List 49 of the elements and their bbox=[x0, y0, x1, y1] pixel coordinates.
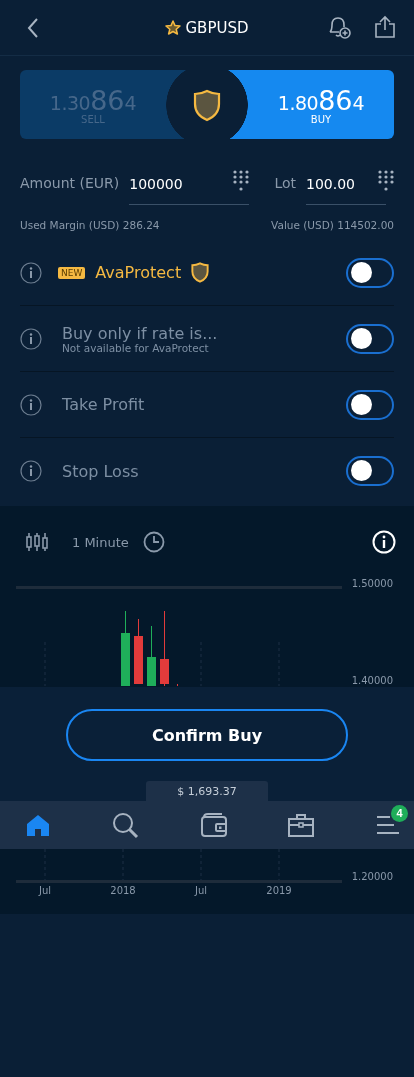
notification-badge: 4 bbox=[391, 805, 408, 822]
toggle-switch[interactable] bbox=[346, 257, 394, 288]
option-note: Not available for AvaProtect bbox=[62, 341, 210, 354]
buy-price-button[interactable]: 1.80864 BUY bbox=[248, 70, 394, 139]
axis-label: Jul bbox=[38, 885, 52, 896]
menu-icon bbox=[376, 815, 400, 835]
info-icon[interactable] bbox=[20, 261, 42, 284]
timeframe-label[interactable]: 1 Minute bbox=[72, 534, 129, 550]
axis-label: 1.40000 bbox=[351, 675, 393, 686]
symbol-title: GBPUSD bbox=[185, 18, 249, 37]
balance-tab[interactable]: $ 1,693.37 bbox=[146, 781, 268, 801]
share-icon[interactable] bbox=[374, 14, 396, 39]
axis-label: 1.20000 bbox=[351, 871, 393, 882]
info-icon[interactable] bbox=[20, 393, 42, 416]
nav-wallet-button[interactable] bbox=[200, 813, 227, 837]
toggle-switch[interactable] bbox=[346, 389, 394, 420]
used-margin-text: Used Margin (USD) 286.24 bbox=[20, 219, 160, 231]
shield-icon bbox=[191, 262, 210, 283]
info-icon[interactable] bbox=[20, 327, 42, 350]
shield-icon bbox=[193, 88, 221, 122]
axis-label: 2018 bbox=[110, 885, 136, 896]
option-label: Take Profit bbox=[62, 395, 146, 414]
keypad-icon[interactable] bbox=[233, 170, 250, 192]
axis-label: 1.50000 bbox=[351, 578, 393, 589]
option-label: Buy only if rate is... bbox=[62, 323, 219, 343]
axis-label: Jul bbox=[194, 885, 208, 896]
new-badge: NEW bbox=[58, 266, 86, 279]
option-label: AvaProtect bbox=[95, 263, 182, 282]
search-icon bbox=[111, 811, 139, 839]
confirm-buy-button[interactable]: Confirm Buy bbox=[66, 709, 348, 761]
candlestick-icon[interactable] bbox=[25, 532, 49, 552]
toggle-switch[interactable] bbox=[346, 323, 394, 354]
back-icon[interactable] bbox=[26, 16, 40, 39]
home-icon bbox=[26, 814, 50, 836]
nav-search-button[interactable] bbox=[111, 811, 139, 839]
lot-label: Lot bbox=[274, 175, 296, 191]
amount-label: Amount (EUR) bbox=[20, 175, 120, 191]
axis-label: 2019 bbox=[266, 885, 292, 896]
clock-icon[interactable] bbox=[142, 531, 165, 553]
star-icon[interactable] bbox=[165, 20, 182, 35]
option-label: Stop Loss bbox=[62, 461, 140, 481]
wallet-icon bbox=[200, 813, 227, 837]
nav-briefcase-button[interactable] bbox=[288, 813, 315, 837]
briefcase-icon bbox=[288, 813, 315, 837]
info-icon[interactable] bbox=[20, 460, 42, 482]
toggle-switch[interactable] bbox=[346, 456, 394, 486]
nav-home-button[interactable] bbox=[26, 814, 50, 836]
value-text: Value (USD) 114502.00 bbox=[271, 219, 394, 231]
keypad-icon[interactable] bbox=[378, 170, 394, 192]
